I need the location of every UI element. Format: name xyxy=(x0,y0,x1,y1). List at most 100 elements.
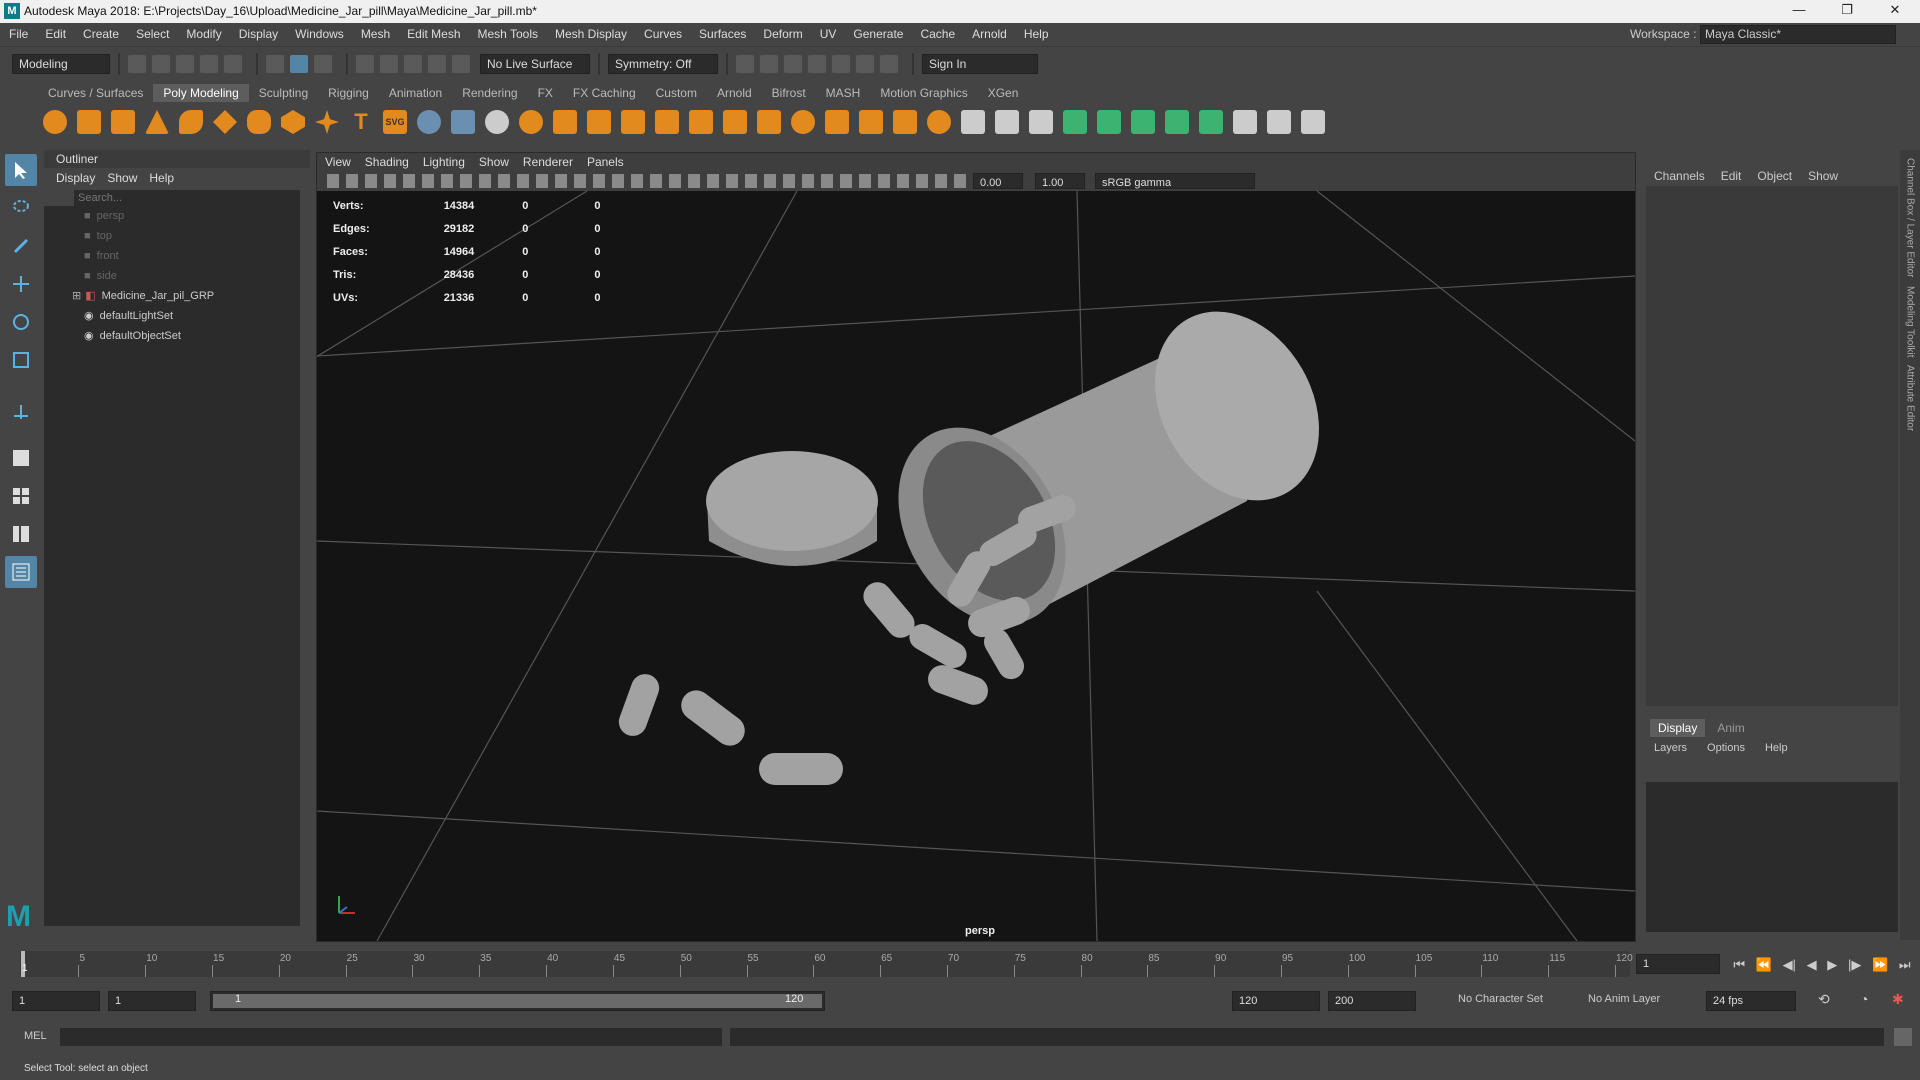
single-perspective-layout-icon[interactable] xyxy=(5,442,37,474)
channelbox-content[interactable] xyxy=(1646,186,1898,706)
shelf-tab-poly-modeling[interactable]: Poly Modeling xyxy=(153,84,249,102)
layer-tab-anim[interactable]: Anim xyxy=(1705,719,1756,737)
sew-uv-icon[interactable] xyxy=(1301,110,1325,134)
super-shape-icon[interactable] xyxy=(315,110,339,134)
menu-cache[interactable]: Cache xyxy=(920,23,955,45)
viewport-menu-shading[interactable]: Shading xyxy=(365,153,409,171)
layer-menu-options[interactable]: Options xyxy=(1707,742,1745,754)
target-weld-icon[interactable] xyxy=(995,110,1019,134)
menu-mesh-tools[interactable]: Mesh Tools xyxy=(478,23,538,45)
menu-edit-mesh[interactable]: Edit Mesh xyxy=(407,23,460,45)
shelf-tab-curves-surfaces[interactable]: Curves / Surfaces xyxy=(38,84,153,102)
range-slider-handle[interactable] xyxy=(213,994,822,1008)
append-polygon-icon[interactable] xyxy=(723,110,747,134)
smooth-icon[interactable] xyxy=(485,110,509,134)
rotate-tool-icon[interactable] xyxy=(5,306,37,338)
viewport-menu-lighting[interactable]: Lighting xyxy=(423,153,465,171)
menu-display[interactable]: Display xyxy=(239,23,278,45)
move-tool-icon[interactable] xyxy=(5,268,37,300)
side-tab-attribute-editor[interactable]: Attribute Editor xyxy=(1905,365,1916,431)
outliner-item-front[interactable]: ■ front xyxy=(44,246,300,266)
triangulate-icon[interactable] xyxy=(893,110,917,134)
range-slider[interactable]: 1 120 xyxy=(210,991,825,1011)
bevel-icon[interactable] xyxy=(655,110,679,134)
snap-surface-icon[interactable] xyxy=(452,54,470,73)
viewport-menu-panels[interactable]: Panels xyxy=(587,153,624,171)
ipr-render-icon[interactable] xyxy=(784,54,802,73)
channelbox-menu-channels[interactable]: Channels xyxy=(1654,169,1705,183)
auto-key-icon[interactable]: ◔ xyxy=(1860,991,1868,1007)
shelf-tab-animation[interactable]: Animation xyxy=(379,84,452,102)
play-forward-icon[interactable]: ▶ xyxy=(1827,957,1837,973)
layer-list[interactable] xyxy=(1646,782,1898,932)
poly-cube-icon[interactable] xyxy=(77,110,101,134)
boolean-icon[interactable] xyxy=(519,110,543,134)
select-component-icon[interactable] xyxy=(314,54,332,73)
type-tool-icon[interactable]: T xyxy=(349,110,373,134)
outliner-item-light-set[interactable]: ◉ defaultLightSet xyxy=(44,306,300,326)
maximize-button[interactable]: ❐ xyxy=(1824,2,1870,21)
shelf-tab-sculpting[interactable]: Sculpting xyxy=(249,84,318,102)
outliner-item-persp[interactable]: ■ persp xyxy=(44,206,300,226)
step-back-frame-icon[interactable]: ◀| xyxy=(1783,957,1796,973)
cylindrical-map-icon[interactable] xyxy=(1131,110,1155,134)
wedge-icon[interactable] xyxy=(791,110,815,134)
end-time-field[interactable]: 200 xyxy=(1328,991,1416,1011)
start-time-field[interactable]: 1 xyxy=(12,991,100,1011)
menu-arnold[interactable]: Arnold xyxy=(972,23,1007,45)
planar-map-icon[interactable] xyxy=(1097,110,1121,134)
channelbox-menu-show[interactable]: Show xyxy=(1808,169,1838,183)
layer-menu-layers[interactable]: Layers xyxy=(1654,742,1687,754)
viewport-menu-renderer[interactable]: Renderer xyxy=(523,153,573,171)
layer-menu-help[interactable]: Help xyxy=(1765,742,1788,754)
select-hierarchy-icon[interactable] xyxy=(266,54,284,73)
menu-windows[interactable]: Windows xyxy=(295,23,344,45)
new-scene-icon[interactable] xyxy=(128,54,146,73)
snap-point-icon[interactable] xyxy=(404,54,422,73)
color-space-select[interactable]: sRGB gamma xyxy=(1095,173,1255,189)
mirror-icon[interactable] xyxy=(553,110,577,134)
step-forward-key-icon[interactable]: ⏩ xyxy=(1872,957,1888,973)
step-forward-frame-icon[interactable]: |▶ xyxy=(1848,957,1861,973)
menu-edit[interactable]: Edit xyxy=(45,23,66,45)
menu-create[interactable]: Create xyxy=(83,23,119,45)
shelf-tab-mash[interactable]: MASH xyxy=(816,84,871,102)
outliner-menu-show[interactable]: Show xyxy=(107,168,137,188)
command-input[interactable] xyxy=(60,1028,722,1046)
select-tool-icon[interactable] xyxy=(5,154,37,186)
outliner-item-object-set[interactable]: ◉ defaultObjectSet xyxy=(44,326,300,346)
outliner-menu-help[interactable]: Help xyxy=(149,168,174,188)
side-tab-modeling-toolkit[interactable]: Modeling Toolkit xyxy=(1905,286,1916,358)
checker-icon[interactable] xyxy=(1233,110,1257,134)
menu-select[interactable]: Select xyxy=(136,23,169,45)
spherical-map-icon[interactable] xyxy=(1165,110,1189,134)
menu-mesh[interactable]: Mesh xyxy=(361,23,390,45)
outliner-item-top[interactable]: ■ top xyxy=(44,226,300,246)
snap-grid-icon[interactable] xyxy=(356,54,374,73)
platonic-solid-icon[interactable] xyxy=(281,110,305,134)
symmetry-select[interactable]: Symmetry: Off xyxy=(608,53,718,74)
undo-icon[interactable] xyxy=(200,54,218,73)
anim-layer-select[interactable]: No Anim Layer xyxy=(1588,993,1660,1005)
select-object-icon[interactable] xyxy=(290,54,308,73)
go-to-start-icon[interactable]: ⏮ xyxy=(1733,957,1745,973)
render-settings-icon[interactable] xyxy=(808,54,826,73)
minimize-button[interactable]: — xyxy=(1776,2,1822,21)
playback-start-field[interactable]: 1 xyxy=(108,991,196,1011)
merge-icon[interactable] xyxy=(757,110,781,134)
outliner-menu-display[interactable]: Display xyxy=(56,168,95,188)
multi-cut-icon[interactable] xyxy=(961,110,985,134)
channelbox-menu-object[interactable]: Object xyxy=(1757,169,1792,183)
character-set-select[interactable]: No Character Set xyxy=(1458,993,1543,1005)
layer-tab-display[interactable]: Display xyxy=(1650,719,1706,737)
gamma-field[interactable]: 1.00 xyxy=(1035,173,1085,189)
menu-modify[interactable]: Modify xyxy=(186,23,221,45)
quadrangulate-icon[interactable] xyxy=(927,110,951,134)
menu-curves[interactable]: Curves xyxy=(644,23,682,45)
menu-file[interactable]: File xyxy=(9,23,28,45)
current-frame-field[interactable]: 1 xyxy=(1636,954,1720,974)
lasso-tool-icon[interactable] xyxy=(5,192,37,224)
script-editor-icon[interactable] xyxy=(1894,1028,1912,1046)
shelf-tab-xgen[interactable]: XGen xyxy=(978,84,1029,102)
snap-curve-icon[interactable] xyxy=(380,54,398,73)
